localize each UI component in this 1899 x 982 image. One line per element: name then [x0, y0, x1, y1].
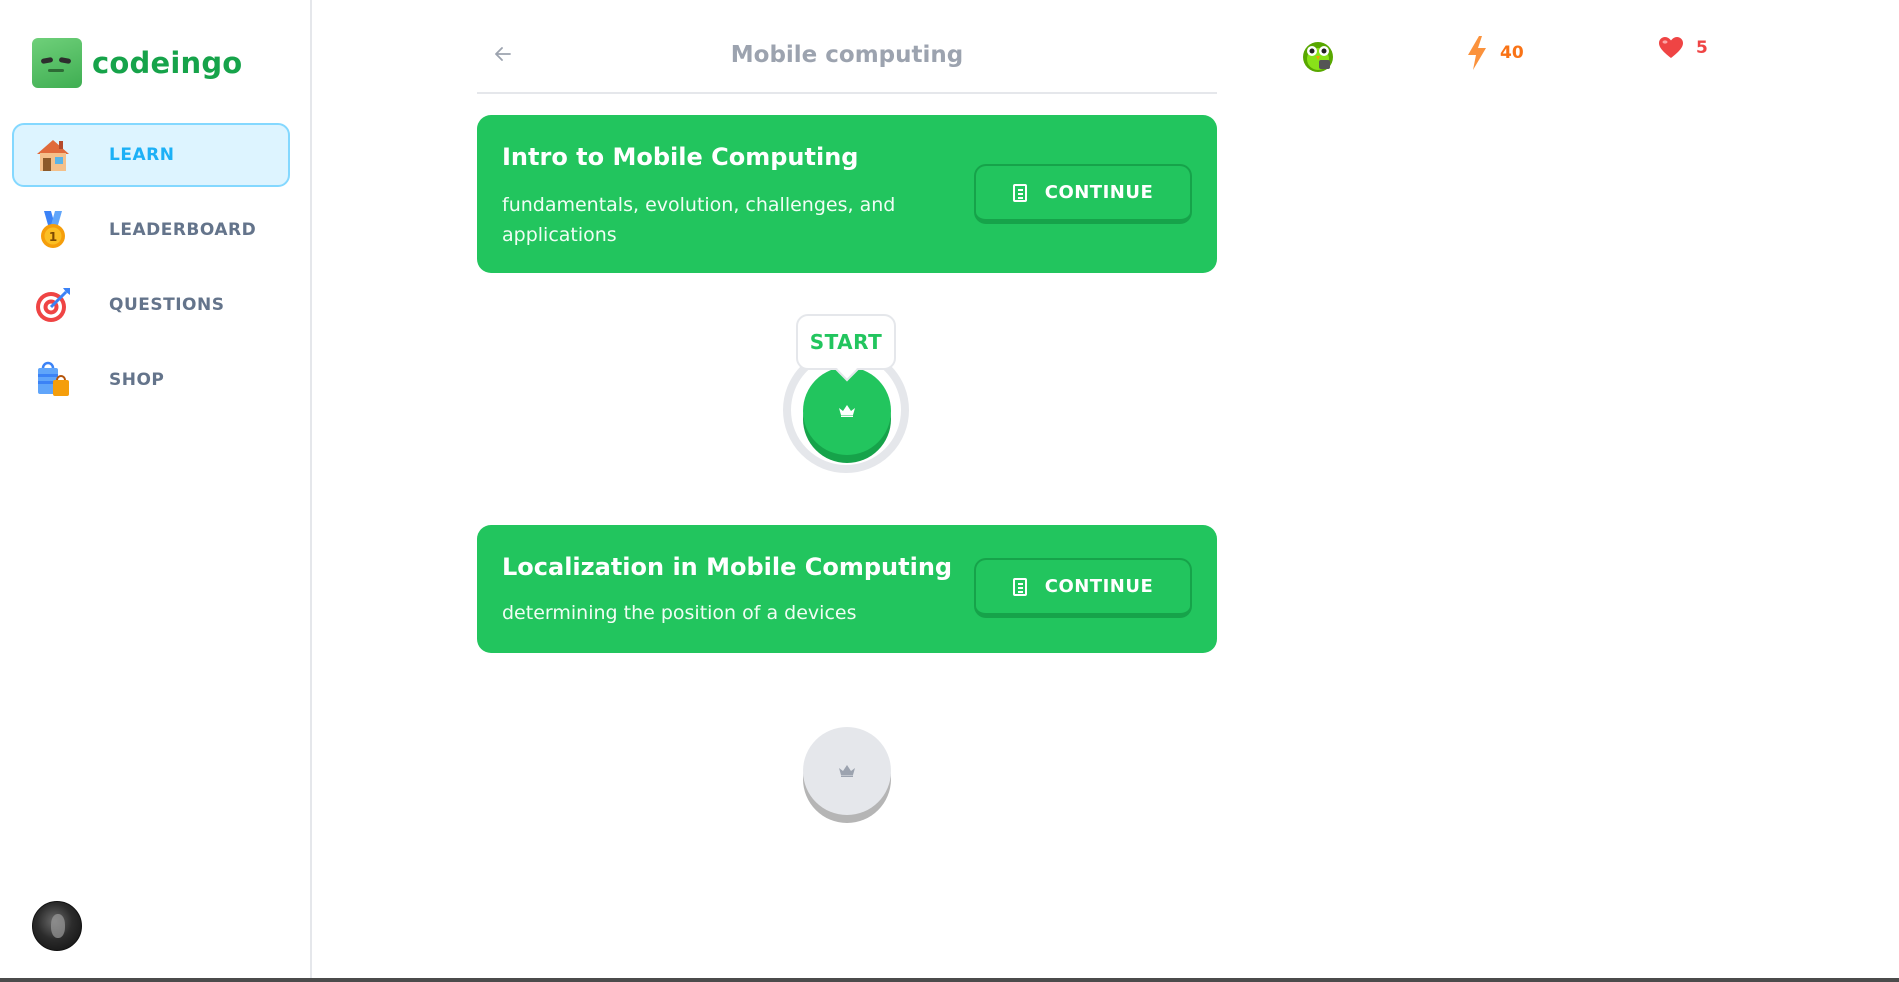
svg-text:1: 1 [49, 230, 57, 244]
lesson-node-locked[interactable] [803, 727, 891, 815]
shopping-bags-icon [34, 361, 72, 399]
app-logo[interactable]: codeingo [32, 38, 242, 88]
continue-button[interactable]: CONTINUE [974, 164, 1192, 224]
target-icon [34, 286, 72, 324]
sidebar: codeingo LEARN 1 LEADERBOARD QUESTIONS S… [0, 0, 312, 982]
crown-icon [838, 765, 856, 777]
continue-button-label: CONTINUE [1044, 576, 1154, 597]
unit-banner: Intro to Mobile Computing fundamentals, … [477, 115, 1217, 273]
sidebar-item-questions[interactable]: QUESTIONS [12, 273, 290, 337]
page-header: Mobile computing [477, 28, 1217, 94]
sidebar-nav: LEARN 1 LEADERBOARD QUESTIONS SHOP [12, 123, 290, 423]
unit-banner: Localization in Mobile Computing determi… [477, 525, 1217, 653]
unit-title: Intro to Mobile Computing [502, 143, 859, 171]
page-title: Mobile computing [730, 42, 964, 68]
logo-mascot-icon [32, 38, 82, 88]
user-avatar[interactable] [32, 901, 82, 951]
crown-icon [838, 405, 856, 417]
house-icon [34, 136, 72, 174]
notebook-icon [1012, 577, 1027, 596]
lightning-icon [1468, 36, 1486, 70]
window-bottom-edge [0, 978, 1899, 982]
sidebar-item-learn[interactable]: LEARN [12, 123, 290, 187]
sidebar-item-shop[interactable]: SHOP [12, 348, 290, 412]
hearts-counter[interactable]: 5 [1658, 36, 1708, 60]
sidebar-item-label: SHOP [109, 370, 165, 390]
unit-title: Localization in Mobile Computing [502, 553, 953, 581]
streak-count: 40 [1500, 43, 1524, 63]
heart-icon [1659, 37, 1683, 58]
sidebar-item-label: LEARN [109, 145, 175, 165]
continue-button-label: CONTINUE [1044, 182, 1154, 203]
notebook-icon [1012, 183, 1027, 202]
start-label: START [809, 330, 883, 354]
hearts-count: 5 [1696, 38, 1708, 58]
unit-description: determining the position of a devices [502, 602, 857, 624]
owl-icon[interactable] [1299, 36, 1337, 74]
unit-description: fundamentals, evolution, challenges, and… [502, 194, 896, 246]
sidebar-item-label: LEADERBOARD [109, 220, 257, 240]
medal-icon: 1 [34, 211, 72, 249]
app-name: codeingo [92, 46, 243, 80]
sidebar-item-leaderboard[interactable]: 1 LEADERBOARD [12, 198, 290, 262]
start-tooltip: START [796, 314, 896, 370]
sidebar-item-label: QUESTIONS [109, 295, 225, 315]
continue-button[interactable]: CONTINUE [974, 558, 1192, 618]
streak-counter[interactable]: 40 [1466, 36, 1524, 70]
